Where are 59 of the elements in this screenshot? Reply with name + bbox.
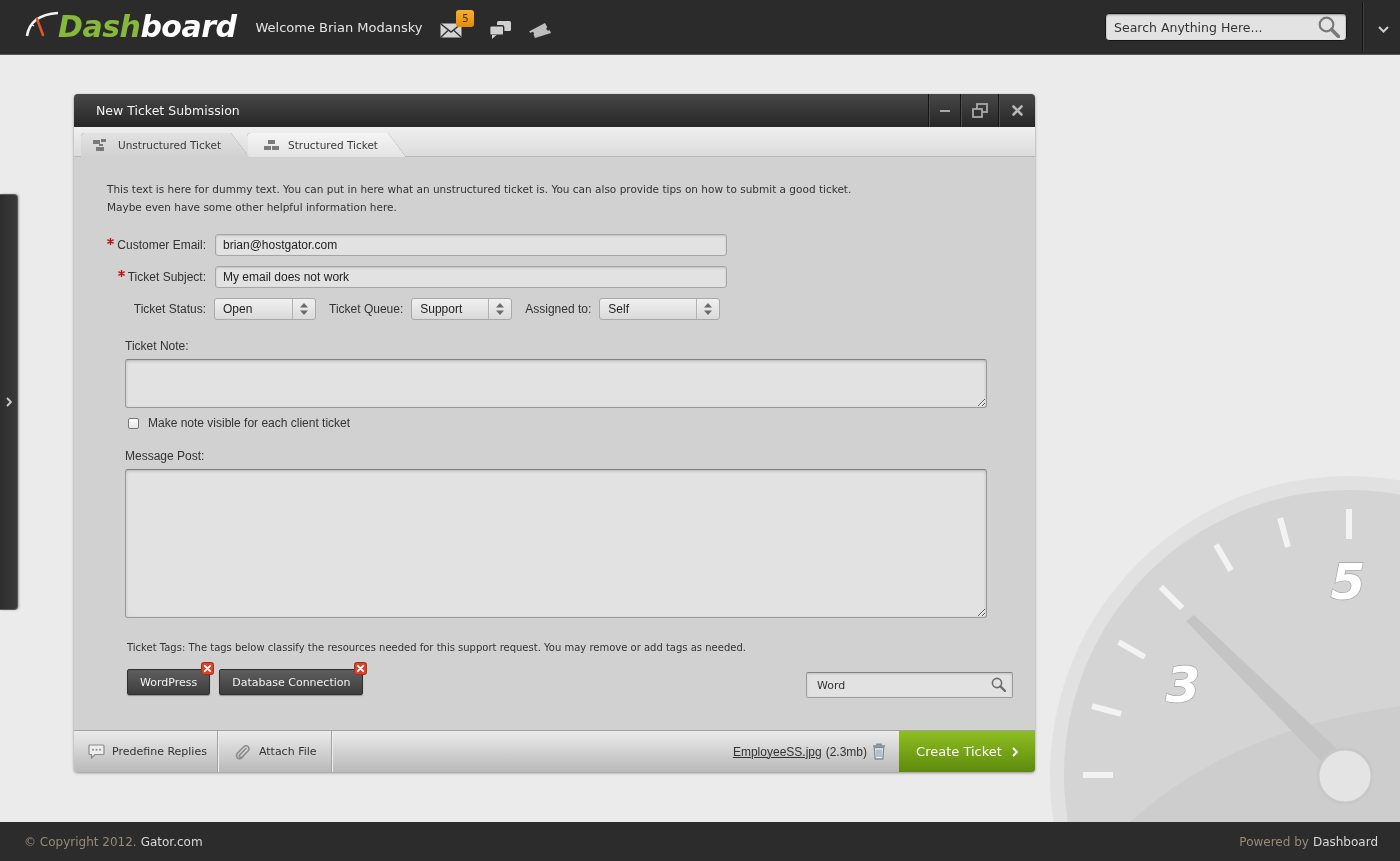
field-label: Assigned to:: [525, 302, 592, 316]
tag-chip[interactable]: WordPress: [127, 669, 211, 695]
up-down-arrows-icon: [704, 303, 713, 315]
message-field[interactable]: [125, 469, 987, 618]
minimize-icon: [939, 109, 950, 112]
up-down-arrows-icon: [300, 303, 308, 315]
tag-chip[interactable]: Database Connection: [219, 669, 364, 695]
chevron-right-icon: [1011, 746, 1018, 757]
dropdown[interactable]: Support: [411, 298, 513, 320]
paperclip-icon: [234, 743, 250, 760]
field-label: Message Post:: [125, 448, 206, 464]
tab[interactable]: Structured Ticket: [247, 133, 406, 157]
powered-by-text: Powered by: [1239, 834, 1309, 849]
search-icon[interactable]: [1318, 16, 1340, 38]
welcome-text: Welcome Brian Modansky: [255, 19, 423, 35]
search-icon[interactable]: [991, 677, 1006, 692]
field-label: Ticket Note:: [125, 338, 190, 354]
field-label: Customer Email:: [117, 238, 206, 252]
copyright-text: © Copyright 2012.: [24, 834, 137, 849]
envelope-icon[interactable]: [440, 22, 463, 38]
field-label: Ticket Status:: [133, 302, 206, 316]
intro-text: This text is here for dummy text. You can put in here what an unstructured ticket is. You can also provide tips on how to submit a good ticket.: [107, 182, 853, 197]
trash-icon[interactable]: [872, 743, 886, 760]
gauge-logo-icon: [25, 11, 59, 37]
input-field[interactable]: My email does not work: [215, 266, 727, 288]
toolbar-button[interactable]: Attach File: [217, 731, 332, 772]
up-down-arrows-icon: [496, 303, 505, 315]
ticket-icon[interactable]: [528, 21, 553, 39]
close-icon[interactable]: [354, 662, 368, 675]
file-size-text: (2.3mb): [825, 744, 867, 759]
intro-text: Maybe even have some other helpful information here.: [107, 200, 398, 215]
restore-icon: [971, 103, 988, 118]
checkbox[interactable]: [128, 417, 139, 429]
note-field[interactable]: [125, 359, 987, 408]
speech-bubble-icon: [88, 744, 105, 759]
chevron-down-icon[interactable]: [1378, 25, 1389, 33]
search-field[interactable]: Search Anything Here...: [1105, 13, 1347, 41]
dropdown[interactable]: Self: [599, 298, 721, 320]
tab[interactable]: Unstructured Ticket: [81, 133, 250, 157]
chevron-icon[interactable]: [5, 397, 12, 407]
field-label: Ticket Queue:: [329, 302, 404, 316]
window-title: New Ticket Submission: [95, 103, 241, 118]
close-icon[interactable]: [201, 662, 215, 675]
tag-search-field[interactable]: Word: [806, 672, 1013, 698]
notification-badge: 5: [456, 9, 475, 27]
input-field[interactable]: brian@hostgator.com: [215, 234, 727, 256]
site-link[interactable]: Gator.com: [140, 834, 203, 849]
stacked-blocks-icon: [264, 140, 280, 150]
dropdown[interactable]: Open: [214, 298, 316, 320]
attachment-link[interactable]: EmployeeSS.jpg: [732, 744, 822, 759]
speech-bubbles-icon[interactable]: [489, 21, 512, 39]
logo-text: Dashboard: [58, 9, 237, 45]
tags-hint-text: Ticket Tags: The tags below classify the resources needed for this support request. You may remove or add tags as needed.: [127, 641, 747, 655]
scattered-blocks-icon: [93, 139, 109, 151]
close-icon: [1011, 105, 1023, 116]
brand-link[interactable]: Dashboard: [1312, 834, 1378, 849]
checkbox-label[interactable]: Make note visible for each client ticket: [148, 416, 351, 430]
toolbar-button[interactable]: Predefine Replies: [74, 731, 218, 772]
field-label: Ticket Subject:: [127, 270, 206, 284]
